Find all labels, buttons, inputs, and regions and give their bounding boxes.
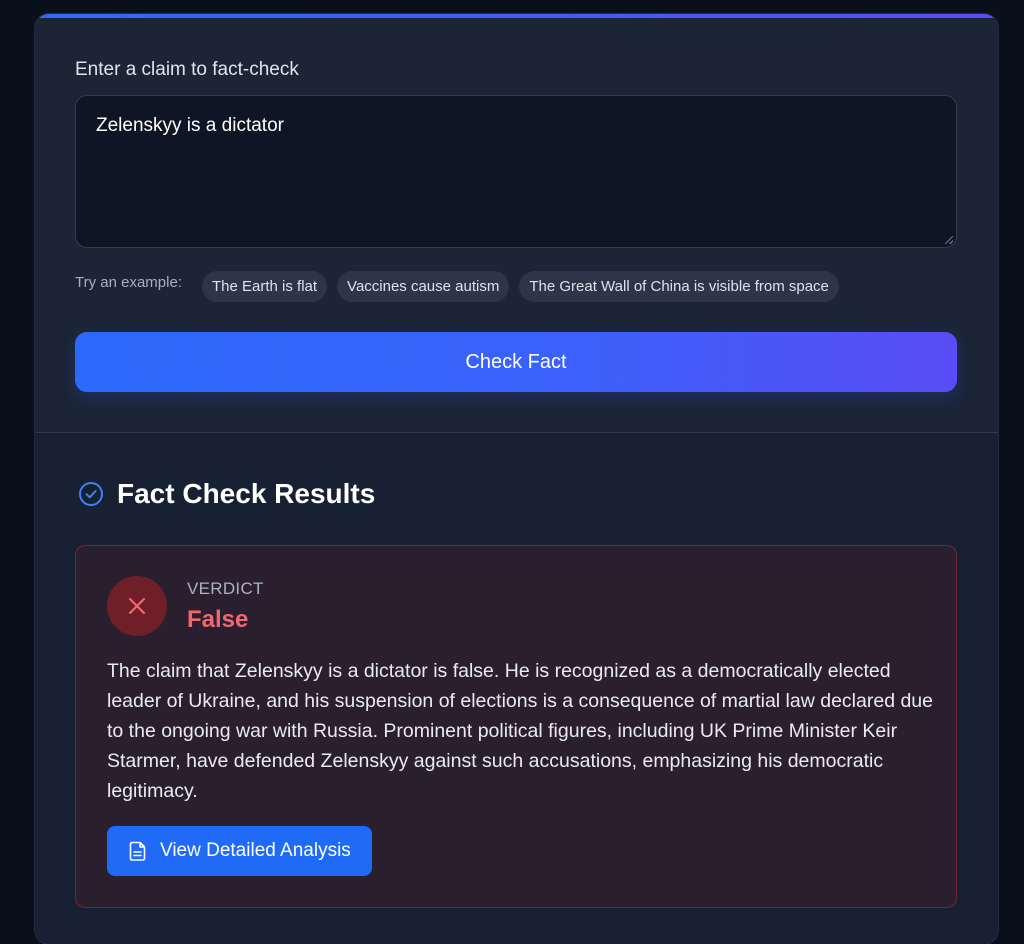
x-mark-icon bbox=[128, 597, 146, 615]
results-title: Fact Check Results bbox=[117, 478, 376, 509]
view-detailed-analysis-label: View Detailed Analysis bbox=[160, 840, 351, 861]
document-icon bbox=[129, 841, 146, 861]
claim-input-label: Enter a claim to fact-check bbox=[75, 59, 299, 80]
verdict-value: False bbox=[187, 606, 249, 633]
examples-label: Try an example: bbox=[75, 274, 182, 291]
check-circle-icon bbox=[79, 482, 103, 506]
results-section: Fact Check Results VERDICT False The cla… bbox=[35, 433, 998, 944]
example-chip-vaccines-autism[interactable]: Vaccines cause autism bbox=[337, 271, 510, 302]
check-fact-button-label: Check Fact bbox=[465, 350, 567, 373]
claim-textarea[interactable]: Zelenskyy is a dictator bbox=[75, 95, 957, 248]
check-fact-button[interactable]: Check Fact bbox=[75, 332, 957, 392]
verdict-explanation: The claim that Zelenskyy is a dictator i… bbox=[107, 660, 933, 802]
claim-text[interactable]: Zelenskyy is a dictator bbox=[96, 115, 284, 136]
results-heading: Fact Check Results bbox=[78, 478, 375, 510]
example-chip-great-wall[interactable]: The Great Wall of China is visible from … bbox=[519, 271, 839, 302]
top-accent-bar bbox=[35, 14, 998, 18]
textarea-resize-handle[interactable] bbox=[945, 236, 953, 244]
verdict-card: VERDICT False The claim that Zelenskyy i… bbox=[75, 545, 957, 908]
fact-check-card: Enter a claim to fact-check Zelenskyy is… bbox=[35, 14, 998, 944]
verdict-label: VERDICT bbox=[187, 579, 264, 598]
example-chip-earth-flat[interactable]: The Earth is flat bbox=[202, 271, 328, 302]
examples-row: Try an example: The Earth is flat Vaccin… bbox=[75, 271, 849, 302]
view-detailed-analysis-button[interactable]: View Detailed Analysis bbox=[107, 826, 372, 876]
verdict-badge bbox=[107, 576, 167, 636]
